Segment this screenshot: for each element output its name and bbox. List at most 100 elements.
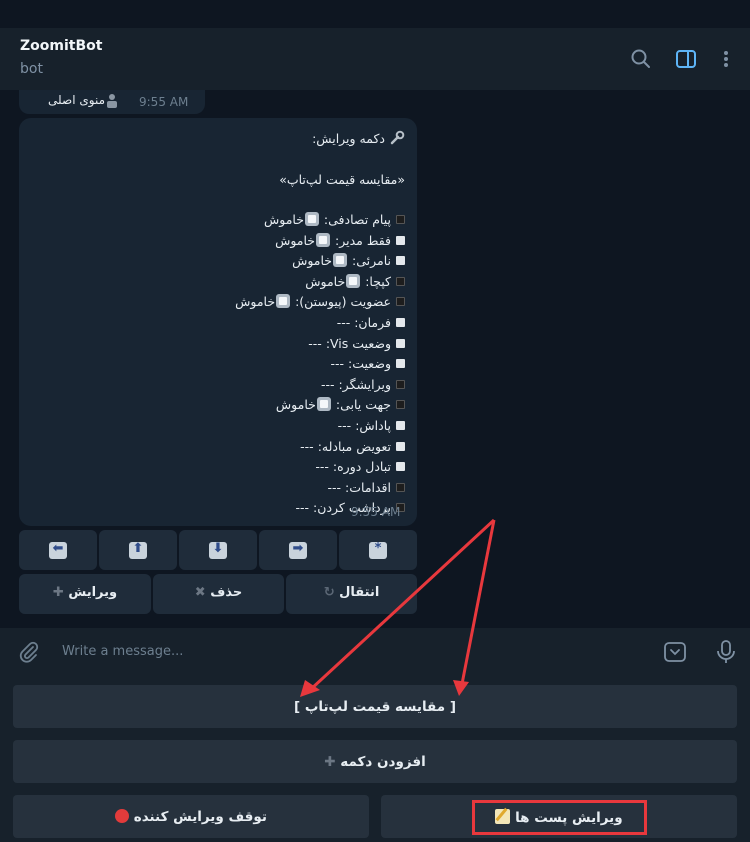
settings-label: پیام تصادفی: [323, 212, 391, 227]
settings-label: پاداش: [355, 418, 391, 433]
settings-value: --- [295, 500, 310, 516]
highlight-box [472, 800, 647, 835]
settings-line: پاداش: --- [338, 418, 405, 433]
settings-label: نامرئی: [352, 253, 391, 269]
settings-state: خاموش [235, 294, 276, 310]
settings-state: خاموش [305, 273, 346, 289]
toggle-square-icon [316, 232, 331, 247]
settings-label: کپچا: [365, 273, 391, 289]
plus-icon: ✚ [324, 754, 336, 770]
settings-label: تبادل دوره: [332, 459, 391, 475]
red-circle-icon [115, 809, 130, 823]
bullet-square-icon [396, 276, 405, 286]
toggle-square-icon [304, 212, 319, 226]
bot-keyboard-icon[interactable] [663, 640, 687, 664]
bullet-square-icon [396, 256, 405, 266]
arrow-right-icon: ➡ [289, 541, 307, 559]
stop-editor-button[interactable]: توقف ویرایش کننده [13, 795, 369, 838]
settings-line: تبادل دوره: --- [315, 459, 405, 474]
window-top-strip [0, 0, 750, 28]
bullet-square-icon [396, 379, 405, 389]
settings-value: --- [327, 479, 342, 495]
delete-label: حذف [210, 585, 243, 600]
settings-label: اقدامات: [345, 479, 391, 495]
settings-value: --- [337, 418, 352, 433]
settings-line: عضویت (پیوستن): خاموش [235, 294, 405, 309]
bullet-square-icon [396, 400, 405, 410]
previous-message-time: 9:55 AM [139, 95, 189, 109]
message-composer: Write a message... [0, 628, 750, 676]
message-time: 9:55 AM [351, 505, 401, 519]
toggle-square-icon [346, 273, 361, 288]
settings-label: وضعیت: [348, 356, 391, 372]
edit-label: ویرایش [68, 585, 118, 600]
settings-label: وضعیت Vis: [325, 335, 391, 351]
arrow-down-button[interactable]: ⬇ [179, 530, 257, 570]
stop-editor-label: توقف ویرایش کننده [133, 809, 267, 825]
settings-state: خاموش [275, 232, 316, 248]
bullet-square-icon [396, 318, 405, 327]
chat-subtitle: bot [20, 61, 43, 77]
settings-line: اقدامات: --- [327, 479, 405, 495]
toggle-square-icon [333, 253, 348, 268]
settings-value: --- [330, 356, 345, 372]
cycle-icon: ↻ [323, 585, 335, 600]
settings-label: جهت یابی: [335, 397, 391, 413]
sidebar-toggle-icon[interactable] [674, 47, 698, 71]
edit-title-line: دکمه ویرایش: [312, 130, 405, 146]
wrench-icon [389, 130, 405, 146]
compare-laptop-price-label: [ مقایسه قیمت لپ‌تاپ ] [293, 699, 457, 715]
arrow-up-button[interactable]: ⬆ [99, 530, 177, 570]
bullet-square-icon [396, 297, 405, 307]
toggle-square-icon [316, 397, 331, 412]
more-vertical-icon[interactable] [714, 47, 738, 71]
microphone-icon[interactable] [714, 639, 738, 665]
move-button[interactable]: انتقال ↻ [286, 574, 417, 614]
add-button-button[interactable]: افزودن دکمه ✚ [13, 740, 737, 783]
plus-icon: ✚ [52, 585, 64, 600]
add-button-label: افزودن دکمه [340, 754, 426, 770]
arrow-right-button[interactable]: ➡ [259, 530, 337, 570]
delete-button[interactable]: حذف ✖ [153, 574, 284, 614]
bullet-square-icon [396, 235, 405, 245]
chat-title[interactable]: ZoomitBot [20, 38, 102, 54]
search-icon[interactable] [629, 47, 653, 71]
asterisk-icon: * [369, 541, 387, 559]
settings-line: وضعیت Vis: --- [308, 336, 405, 351]
arrow-left-button[interactable]: ⬅ [19, 530, 97, 570]
chat-area[interactable]: منوی اصلی 9:55 AM دکمه ویرایش: «مقایسه ق… [0, 90, 750, 628]
settings-state: خاموش [292, 253, 333, 269]
edit-button[interactable]: ویرایش ✚ [19, 574, 151, 614]
chat-header: ZoomitBot bot [0, 28, 750, 91]
settings-state: خاموش [275, 397, 316, 413]
asterisk-button[interactable]: * [339, 530, 417, 570]
bullet-square-icon [396, 482, 405, 492]
bullet-square-icon [396, 359, 405, 369]
bullet-square-icon [396, 441, 405, 451]
arrow-down-icon: ⬇ [209, 541, 227, 559]
edit-title-text: دکمه ویرایش: [312, 131, 385, 146]
settings-line: فرمان: --- [337, 315, 405, 330]
compare-laptop-price-button[interactable]: [ مقایسه قیمت لپ‌تاپ ] [13, 685, 737, 728]
button-name-line: «مقایسه قیمت لپ‌تاپ» [279, 172, 405, 187]
arrow-up-icon: ⬆ [129, 541, 147, 559]
settings-line: کپچا: خاموش [305, 273, 405, 289]
settings-line: پیام تصادفی: خاموش [264, 212, 405, 227]
settings-value: --- [315, 459, 329, 475]
settings-state: خاموش [263, 212, 304, 227]
bullet-square-icon [396, 338, 405, 348]
x-icon: ✖ [194, 585, 206, 600]
settings-line: نامرئی: خاموش [292, 253, 405, 268]
message-input[interactable]: Write a message... [62, 644, 183, 659]
settings-value: --- [320, 376, 335, 392]
previous-message-text: منوی اصلی [48, 93, 105, 107]
move-label: انتقال [339, 585, 380, 600]
message-bubble: دکمه ویرایش: «مقایسه قیمت لپ‌تاپ» پیام ت… [19, 118, 417, 526]
settings-label: عضویت (پیوستن): [295, 294, 391, 310]
settings-value: --- [308, 335, 322, 351]
settings-line: وضعیت: --- [331, 356, 405, 371]
bullet-square-icon [396, 215, 405, 224]
settings-label: فقط مدیر: [335, 232, 391, 248]
arrow-left-icon: ⬅ [49, 541, 67, 559]
attach-icon[interactable] [17, 640, 41, 664]
